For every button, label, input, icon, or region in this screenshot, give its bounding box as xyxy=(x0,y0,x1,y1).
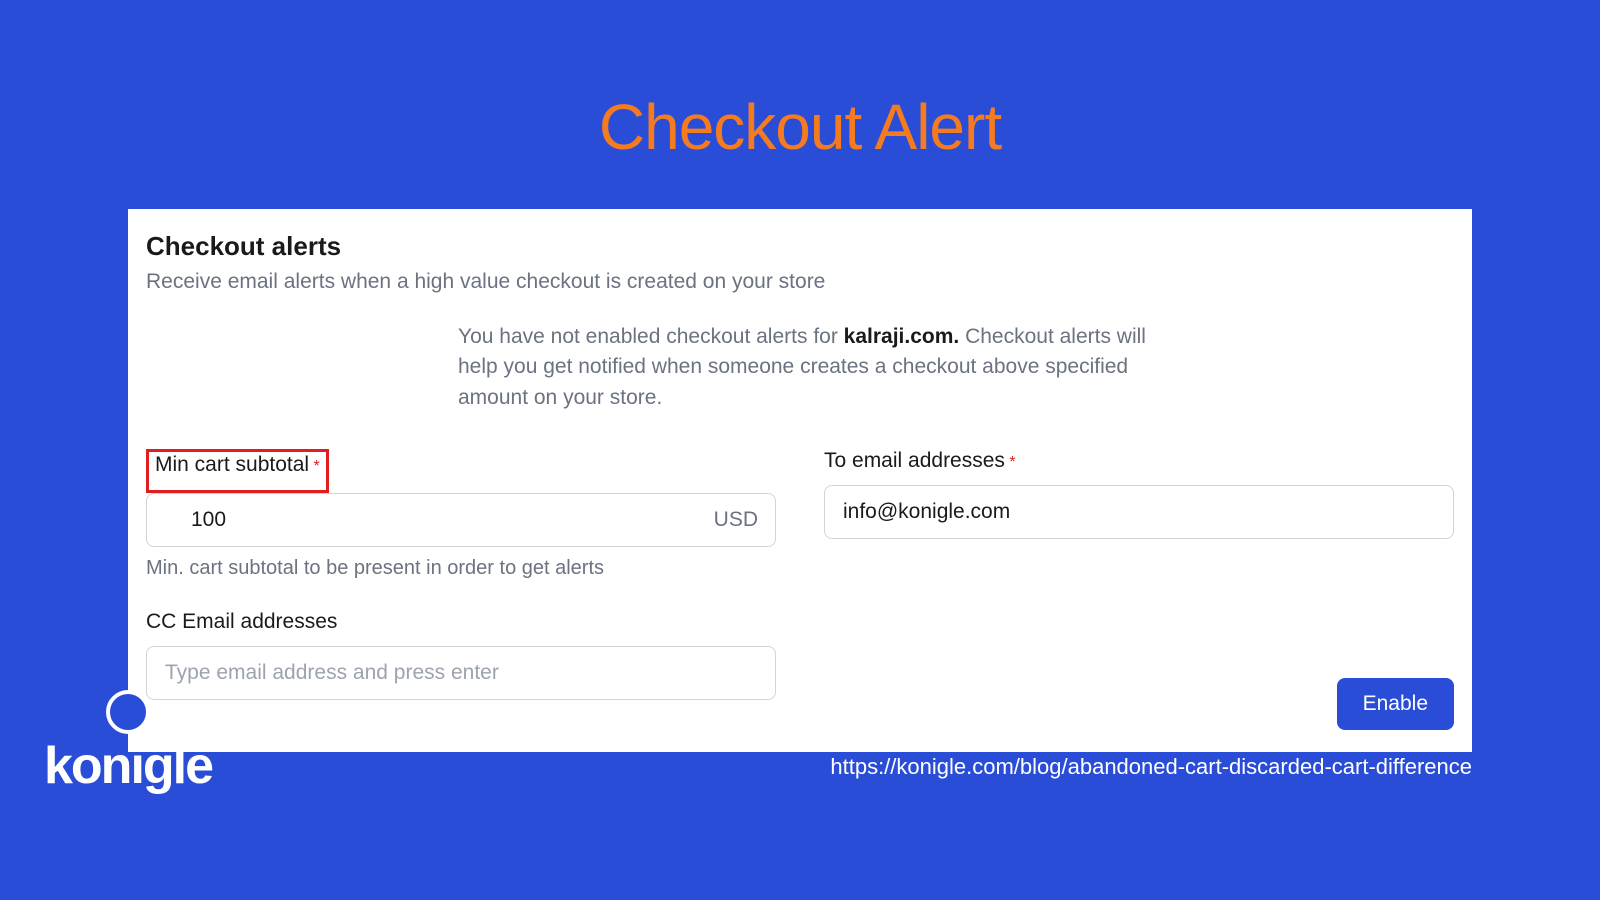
to-email-label: To email addresses xyxy=(824,449,1005,473)
enable-button[interactable]: Enable xyxy=(1337,678,1454,730)
currency-suffix: USD xyxy=(714,508,758,532)
min-subtotal-col: Min cart subtotal * USD Min. cart subtot… xyxy=(146,449,776,580)
min-subtotal-helper: Min. cart subtotal to be present in orde… xyxy=(146,557,776,580)
checkout-alerts-card: Checkout alerts Receive email alerts whe… xyxy=(128,209,1472,752)
card-title: Checkout alerts xyxy=(146,231,1454,262)
min-subtotal-input-wrap: USD xyxy=(146,493,776,547)
konigle-logo: konigle xyxy=(44,736,212,796)
info-domain: kalraji.com. xyxy=(844,325,960,348)
to-email-col: To email addresses * xyxy=(824,449,1454,580)
cc-email-label: CC Email addresses xyxy=(146,610,337,634)
required-mark: * xyxy=(314,458,320,475)
page-title: Checkout Alert xyxy=(0,0,1600,164)
form-row-1: Min cart subtotal * USD Min. cart subtot… xyxy=(146,449,1454,580)
info-text: You have not enabled checkout alerts for… xyxy=(458,322,1174,413)
min-subtotal-input[interactable] xyxy=(146,493,776,547)
card-subtitle: Receive email alerts when a high value c… xyxy=(146,270,1454,294)
min-subtotal-label: Min cart subtotal xyxy=(155,453,309,477)
cc-email-input[interactable] xyxy=(146,646,776,700)
cc-email-col: CC Email addresses xyxy=(146,610,776,700)
form-row-2: CC Email addresses xyxy=(146,610,1454,700)
help-badge-icon[interactable] xyxy=(106,690,150,734)
to-email-input-wrap xyxy=(824,485,1454,539)
footer-url: https://konigle.com/blog/abandoned-cart-… xyxy=(830,754,1472,780)
info-prefix: You have not enabled checkout alerts for xyxy=(458,325,844,348)
cc-email-input-wrap xyxy=(146,646,776,700)
required-mark: * xyxy=(1009,454,1015,471)
min-subtotal-label-highlight: Min cart subtotal * xyxy=(146,449,329,493)
to-email-input[interactable] xyxy=(824,485,1454,539)
